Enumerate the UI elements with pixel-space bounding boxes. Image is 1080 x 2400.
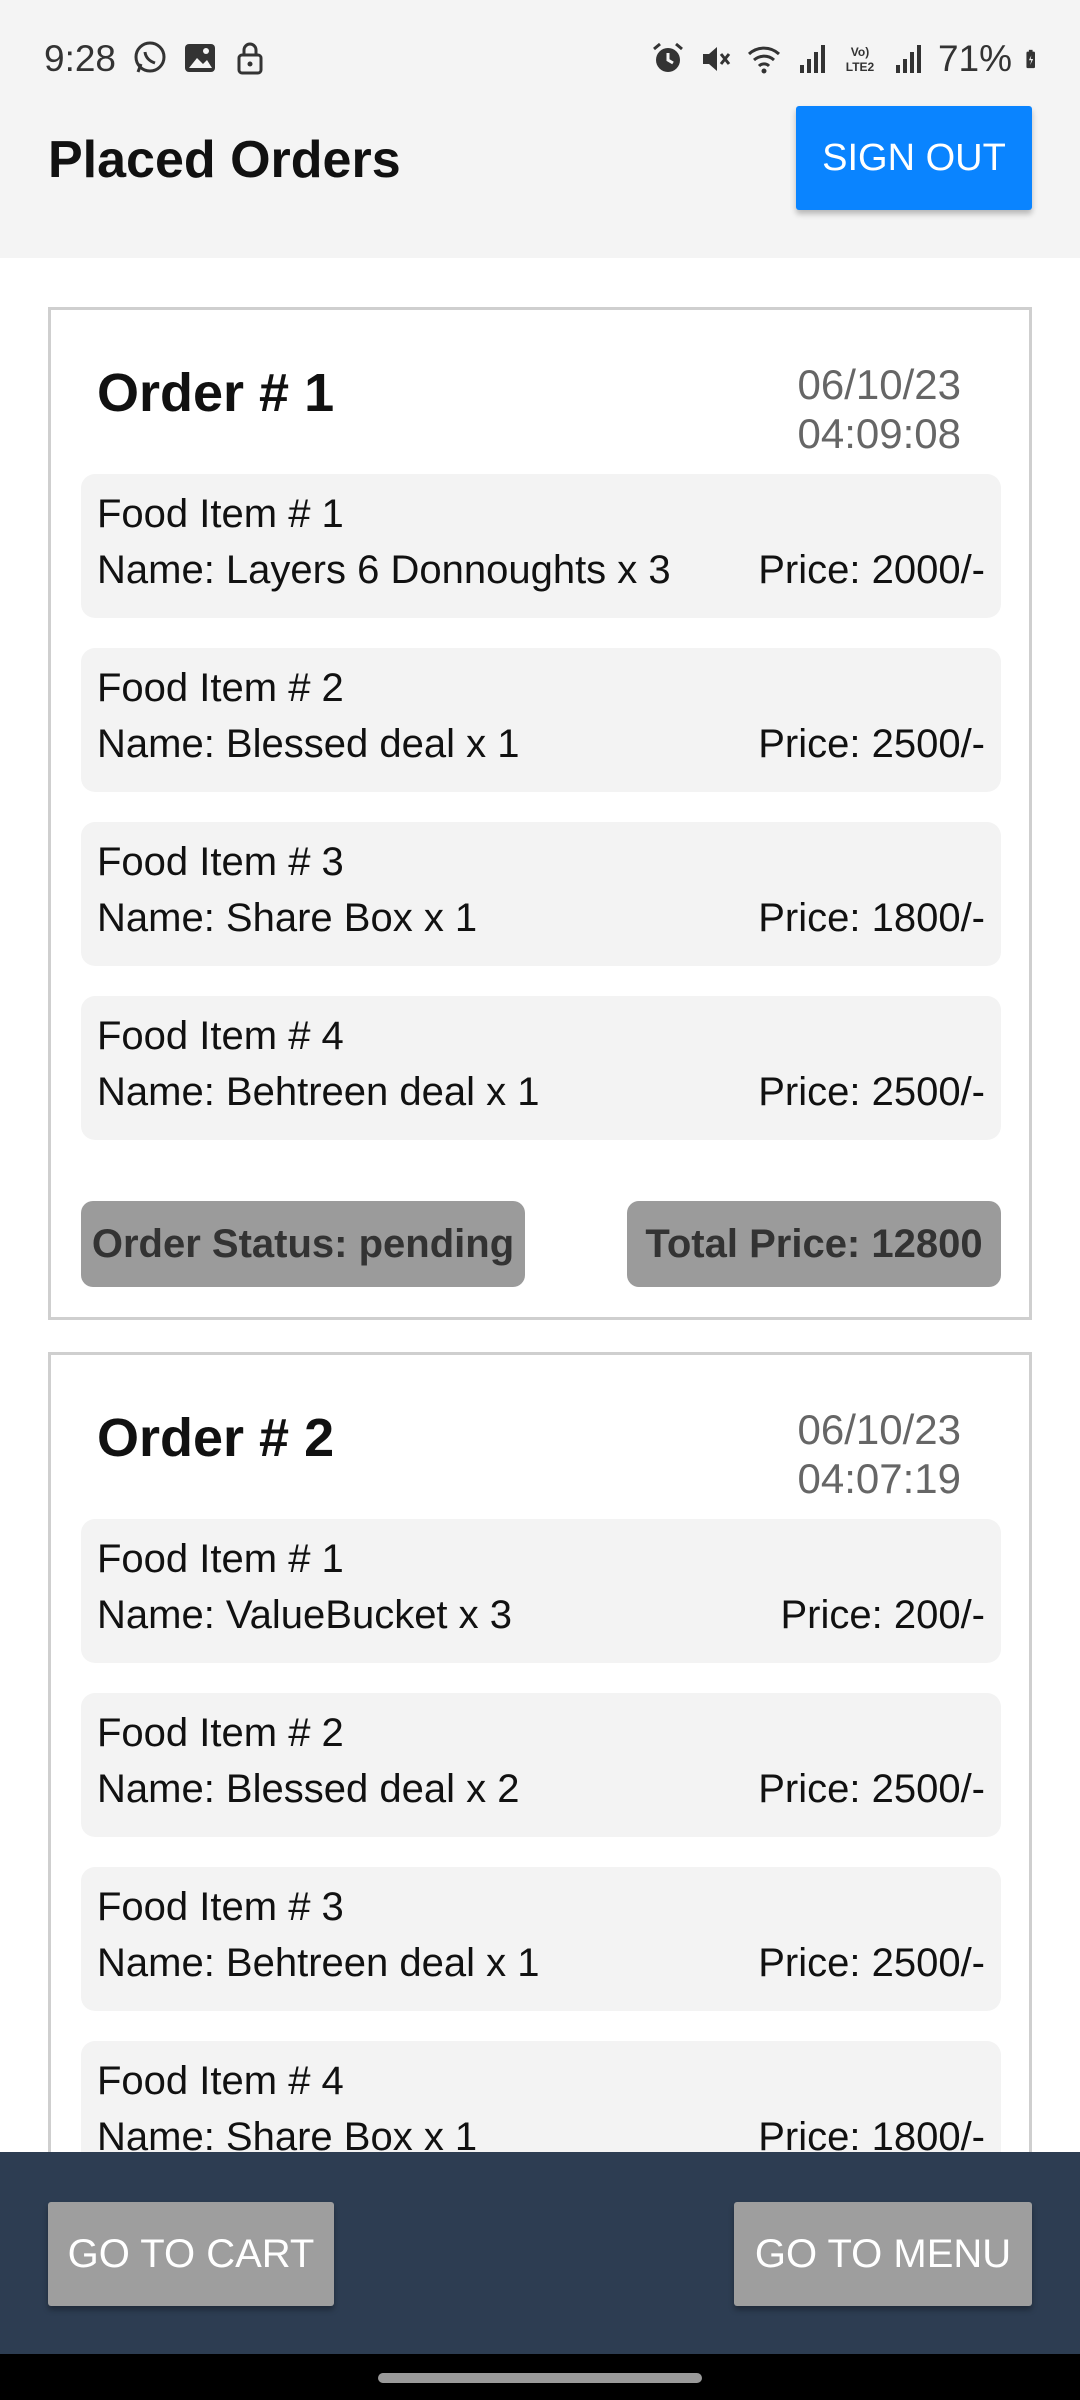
total-price-badge: Total Price: 12800 [627,1201,1001,1287]
food-item-price: Price: 1800/- [758,896,985,940]
food-item-name: Name: Behtreen deal x 1 [97,1941,540,1985]
order-status-badge: Order Status: pending [81,1201,525,1287]
battery-icon [1026,49,1035,69]
food-item-number: Food Item # 1 [97,1537,344,1581]
food-item-name: Name: ValueBucket x 3 [97,1593,513,1637]
wifi-icon [747,46,780,74]
food-item-name: Name: Behtreen deal x 1 [97,1070,540,1114]
mute-icon [702,47,731,71]
order-card: Order # 2 06/10/23 04:07:19 Food Item # … [48,1352,1032,2152]
system-icons: Vo) LTE2 71% [650,38,1046,80]
food-item-number: Food Item # 2 [97,666,344,710]
food-item-name: Name: Share Box x 1 [97,2115,478,2152]
food-item-name: Name: Share Box x 1 [97,896,478,940]
orders-list[interactable]: Order # 1 06/10/23 04:09:08 Food Item # … [0,258,1080,2152]
order-title: Order # 2 [97,1408,335,1468]
order-date: 06/10/23 [797,361,962,408]
go-to-menu-button[interactable]: GO TO MENU [734,2202,1032,2306]
food-item-name: Name: Layers 6 Donnoughts x 3 [97,548,671,592]
alarm-icon [652,42,683,72]
volte-icon: Vo)LTE2 [846,45,875,74]
page-title: Placed Orders [48,131,401,189]
sign-out-button[interactable]: SIGN OUT [796,106,1032,210]
signal-icon [799,45,825,73]
food-item: Food Item # 1 Name: Layers 6 Donnoughts … [81,474,1001,618]
order-time: 04:07:19 [797,1455,962,1502]
food-item-price: Price: 2000/- [758,548,985,592]
food-item-name: Name: Blessed deal x 1 [97,722,520,766]
food-item: Food Item # 3 Name: Behtreen deal x 1 Pr… [81,1867,1001,2011]
order-date: 06/10/23 [797,1406,962,1453]
svg-text:LTE2: LTE2 [846,60,875,74]
food-item-price: Price: 2500/- [758,1070,985,1114]
order-title: Order # 1 [97,363,335,423]
gallery-icon [185,44,215,72]
system-nav-bar [0,2354,1080,2400]
home-gesture-handle[interactable] [378,2373,702,2383]
signal-icon [895,45,921,73]
order-time: 04:09:08 [797,410,962,457]
notification-icons [132,40,268,76]
status-time: 9:28 [44,38,117,79]
order-datetime: 06/10/23 04:07:19 [798,1405,962,1503]
food-item-price: Price: 2500/- [758,1941,985,1985]
food-item-number: Food Item # 3 [97,1885,344,1929]
bottom-bar: GO TO CART GO TO MENU [0,2152,1080,2354]
food-item-number: Food Item # 4 [97,2059,344,2103]
food-item: Food Item # 3 Name: Share Box x 1 Price:… [81,822,1001,966]
order-card: Order # 1 06/10/23 04:09:08 Food Item # … [48,307,1032,1320]
order-datetime: 06/10/23 04:09:08 [798,360,962,458]
battery-percent: 71% [937,38,1012,79]
food-item-number: Food Item # 4 [97,1014,344,1058]
app-header: Placed Orders SIGN OUT [0,100,1080,258]
svg-text:Vo): Vo) [851,45,869,59]
food-item: Food Item # 2 Name: Blessed deal x 2 Pri… [81,1693,1001,1837]
status-bar: 9:28 Vo) LTE2 71% [0,0,1080,100]
food-item-price: Price: 1800/- [758,2115,985,2152]
go-to-cart-button[interactable]: GO TO CART [48,2202,334,2306]
food-item: Food Item # 4 Name: Behtreen deal x 1 Pr… [81,996,1001,1140]
food-item: Food Item # 1 Name: ValueBucket x 3 Pric… [81,1519,1001,1663]
food-item-number: Food Item # 1 [97,492,344,536]
food-item: Food Item # 2 Name: Blessed deal x 1 Pri… [81,648,1001,792]
lock-icon [237,42,263,75]
food-item-number: Food Item # 2 [97,1711,344,1755]
food-item-price: Price: 2500/- [758,722,985,766]
food-item-price: Price: 2500/- [758,1767,985,1811]
food-item: Food Item # 4 Name: Share Box x 1 Price:… [81,2041,1001,2152]
food-item-price: Price: 200/- [780,1593,985,1637]
food-item-number: Food Item # 3 [97,840,344,884]
whatsapp-icon [134,41,166,73]
food-item-name: Name: Blessed deal x 2 [97,1767,520,1811]
